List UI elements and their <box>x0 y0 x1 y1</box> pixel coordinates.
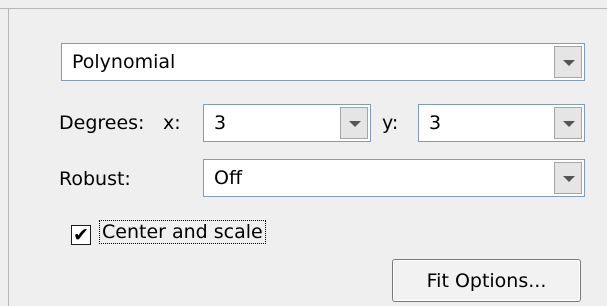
degree-y-dropdown-button[interactable] <box>554 107 582 139</box>
robust-dropdown-button[interactable] <box>554 162 582 194</box>
fit-settings-panel: Polynomial Degrees: x: 3 y: 3 Robust: Of… <box>0 0 607 306</box>
center-scale-checkbox[interactable]: ✔ <box>71 224 91 246</box>
chevron-down-icon <box>349 121 361 127</box>
robust-dropdown[interactable]: Off <box>203 159 585 197</box>
degree-x-value: 3 <box>214 112 227 134</box>
center-scale-label[interactable]: Center and scale <box>99 220 266 244</box>
degree-x-dropdown[interactable]: 3 <box>203 104 371 142</box>
fit-type-value: Polynomial <box>72 51 176 73</box>
degree-x-label: x: <box>163 112 181 134</box>
degree-y-dropdown[interactable]: 3 <box>418 104 585 142</box>
chevron-down-icon <box>563 60 575 66</box>
chevron-down-icon <box>563 121 575 127</box>
panel-top-border <box>0 8 607 9</box>
checkmark-icon: ✔ <box>73 224 89 246</box>
robust-label: Robust: <box>59 168 131 190</box>
robust-value: Off <box>214 167 243 189</box>
fit-type-dropdown[interactable]: Polynomial <box>61 43 585 81</box>
chevron-down-icon <box>563 176 575 182</box>
panel-left-border <box>8 8 9 306</box>
fit-type-dropdown-button[interactable] <box>554 46 582 78</box>
fit-options-button[interactable]: Fit Options... <box>392 259 581 302</box>
degree-y-label: y: <box>382 112 399 134</box>
degree-y-value: 3 <box>429 112 442 134</box>
degree-x-dropdown-button[interactable] <box>340 107 368 139</box>
degrees-label: Degrees: <box>59 112 145 134</box>
